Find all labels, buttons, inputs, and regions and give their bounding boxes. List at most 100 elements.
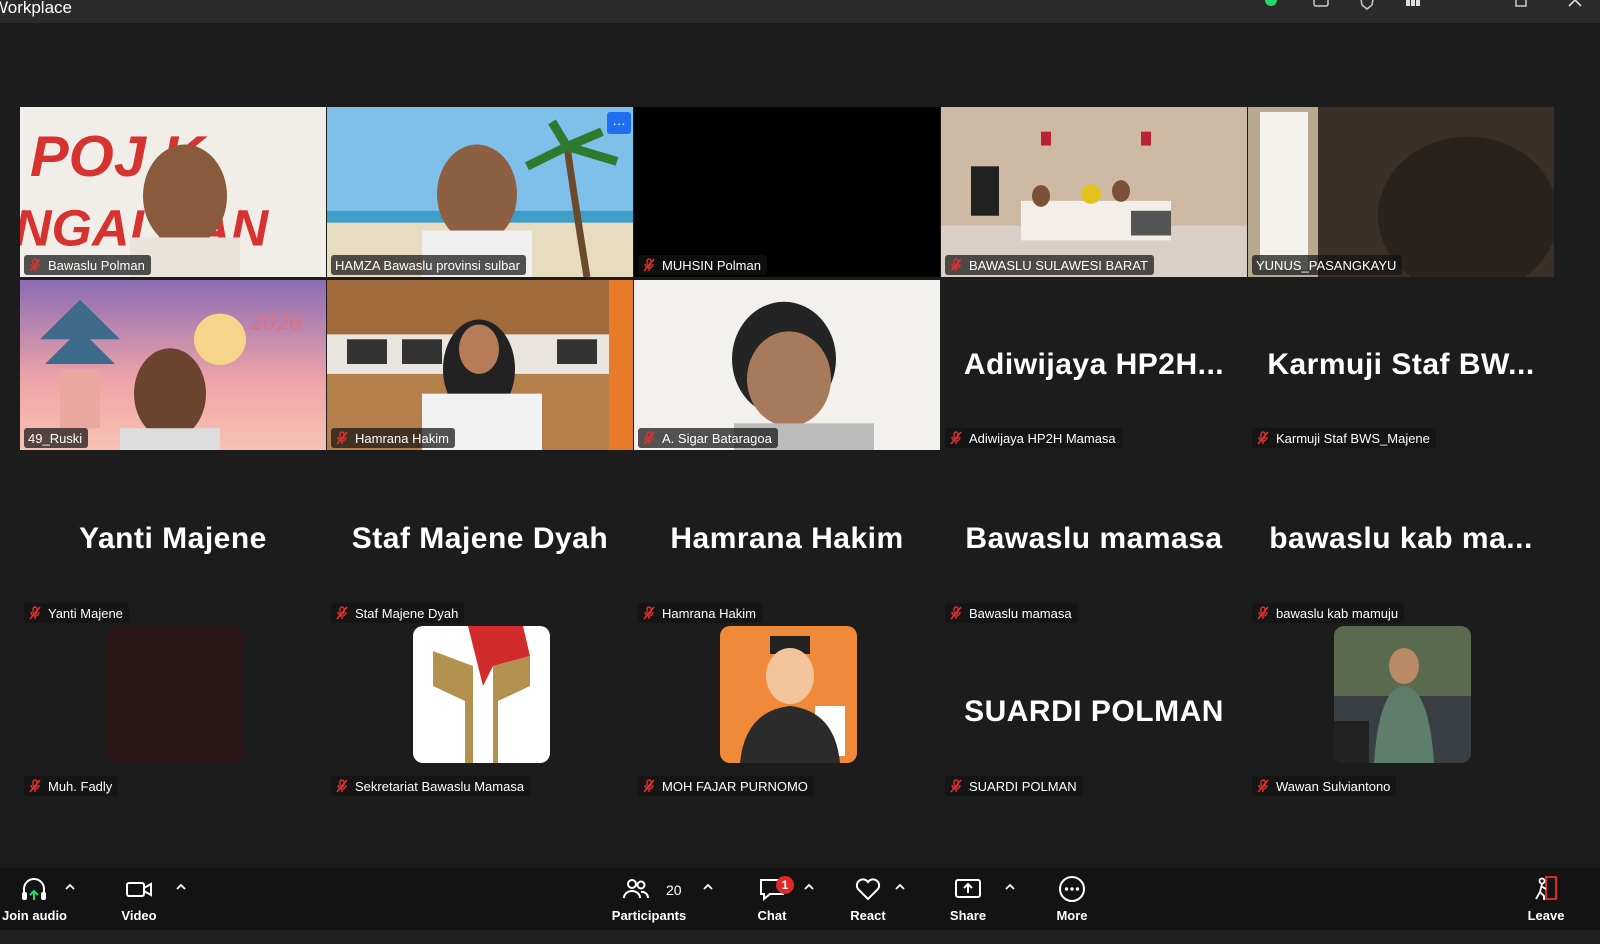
participant-name-tag: Karmuji Staf BWS_Majene [1252,428,1436,448]
headphones-icon [22,878,46,900]
mic-muted-icon [336,779,348,793]
participant-name: 49_Ruski [28,430,83,446]
participant-tile[interactable]: MUHSIN Polman [634,107,940,277]
participant-tile[interactable]: bawaslu kab ma... bawaslu kab mamuju [1248,453,1554,625]
mic-muted-icon [1257,779,1269,793]
mic-muted-icon [950,258,962,272]
participant-tile[interactable]: Muh. Fadly [20,626,326,798]
participant-tile[interactable]: BAWASLU SULAWESI BARAT [941,107,1247,277]
participant-tile[interactable]: POJ K NGAI SAN Bawaslu Polman [20,107,326,277]
share-screen-icon [955,879,981,898]
participants-label: Participants [611,908,687,923]
participant-tile[interactable]: Wawan Sulviantono [1248,626,1554,798]
participant-name: Bawaslu mamasa [969,605,1072,621]
audio-options-chevron-icon[interactable] [63,880,77,894]
leave-label: Leave [1527,908,1565,923]
participant-tile[interactable]: MOH FAJAR PURNOMO [634,626,940,798]
more-button[interactable]: More [1052,874,1092,923]
mic-muted-icon [643,779,655,793]
participant-name-tag: BAWASLU SULAWESI BARAT [945,255,1154,275]
participant-name: Yanti Majene [48,605,123,621]
share-button[interactable]: Share [948,874,988,923]
app-title: Workplace [0,0,72,17]
participant-tile[interactable]: 2026 49_Ruski [20,280,326,450]
participant-name-tag: YUNUS_PASANGKAYU [1252,255,1403,275]
participant-name: MOH FAJAR PURNOMO [662,778,808,794]
video-options-chevron-icon[interactable] [174,880,188,894]
participant-name: Hamrana Hakim [662,605,756,621]
tile-options-button[interactable]: … [607,112,631,134]
grid-view-icon[interactable] [1404,0,1422,12]
participant-tile[interactable]: Hamrana Hakim [327,280,633,450]
participants-count: 20 [666,882,682,898]
chat-label: Chat [757,908,787,923]
meeting-toolbar: Join audio Video Participants 20 Chat 1 … [0,868,1600,930]
participant-name: SUARDI POLMAN [969,778,1077,794]
os-taskbar [0,930,1600,944]
mic-muted-icon [950,779,962,793]
mic-muted-icon [1257,606,1269,620]
participant-name-tag: Staf Majene Dyah [331,603,465,623]
mic-muted-icon [29,779,41,793]
more-ellipsis-icon [1059,876,1085,902]
participant-tile[interactable]: Staf Majene Dyah Staf Majene Dyah [327,453,633,625]
participant-name-tag: Hamrana Hakim [638,603,762,623]
mic-muted-icon [29,606,41,620]
share-label: Share [949,908,987,923]
pop-out-icon[interactable] [1512,0,1530,12]
participant-tile[interactable]: A. Sigar Bataragoa [634,280,940,450]
participant-tile[interactable]: Bawaslu mamasa Bawaslu mamasa [941,453,1247,625]
mic-muted-icon [643,431,655,445]
participant-name: Staf Majene Dyah [355,605,459,621]
join-audio-button[interactable]: Join audio [2,874,67,923]
participant-display-name: bawaslu kab ma... [1269,522,1533,555]
participant-avatar [720,626,857,763]
participant-display-name: Yanti Majene [79,522,267,555]
participant-name: Wawan Sulviantono [1276,778,1391,794]
participant-name-tag: Yanti Majene [24,603,129,623]
svg-text:2026: 2026 [250,307,302,336]
participant-tile[interactable]: … HAMZA Bawaslu provinsi sulbar [327,107,633,277]
participant-tile[interactable]: Yanti Majene Yanti Majene [20,453,326,625]
participant-display-name: Hamrana Hakim [670,522,904,555]
participant-name: HAMZA Bawaslu provinsi sulbar [335,257,520,273]
participant-tile[interactable]: SUARDI POLMAN SUARDI POLMAN [941,626,1247,798]
react-chevron-icon[interactable] [893,880,907,894]
speaker-view-icon[interactable] [1312,0,1330,12]
close-icon[interactable] [1566,0,1584,12]
chat-chevron-icon[interactable] [802,880,816,894]
participant-name-tag: Bawaslu Polman [24,255,151,275]
participant-name-tag: bawaslu kab mamuju [1252,603,1405,623]
participant-tile[interactable]: Sekretariat Bawaslu Mamasa [327,626,633,798]
participant-display-name: Adiwijaya HP2H... [963,348,1225,381]
leave-door-icon [1535,876,1557,900]
status-dot-icon [1265,0,1277,6]
participant-tile[interactable]: Adiwijaya HP2H... Adiwijaya HP2H Mamasa [941,280,1247,450]
participant-name-tag: Muh. Fadly [24,776,119,796]
participant-avatar [1334,626,1471,763]
video-camera-icon [126,882,152,897]
mic-muted-icon [950,431,962,445]
participant-name-tag: Sekretariat Bawaslu Mamasa [331,776,531,796]
participant-tile[interactable]: Karmuji Staf BW... Karmuji Staf BWS_Majen… [1248,280,1554,450]
leave-button[interactable]: Leave [1524,874,1568,923]
title-bar: Workplace [0,0,1600,23]
share-chevron-icon[interactable] [1003,880,1017,894]
participant-tile[interactable]: Hamrana Hakim Hamrana Hakim [634,453,940,625]
video-button[interactable]: Video [116,874,162,923]
participant-name: YUNUS_PASANGKAYU [1256,257,1397,273]
chat-unread-badge: 1 [776,876,794,894]
react-label: React [850,908,886,923]
participant-name: A. Sigar Bataragoa [662,430,772,446]
participant-name: Bawaslu Polman [48,257,145,273]
participant-tile[interactable]: YUNUS_PASANGKAYU [1248,107,1554,277]
participant-display-name: Staf Majene Dyah [351,522,609,555]
mic-muted-icon [29,258,41,272]
participants-chevron-icon[interactable] [701,880,715,894]
shield-icon[interactable] [1358,0,1376,12]
participant-avatar [106,626,243,763]
participant-name-tag: MUHSIN Polman [638,255,767,275]
participant-name-tag: Wawan Sulviantono [1252,776,1397,796]
participant-avatar [413,626,550,763]
react-button[interactable]: React [848,874,888,923]
